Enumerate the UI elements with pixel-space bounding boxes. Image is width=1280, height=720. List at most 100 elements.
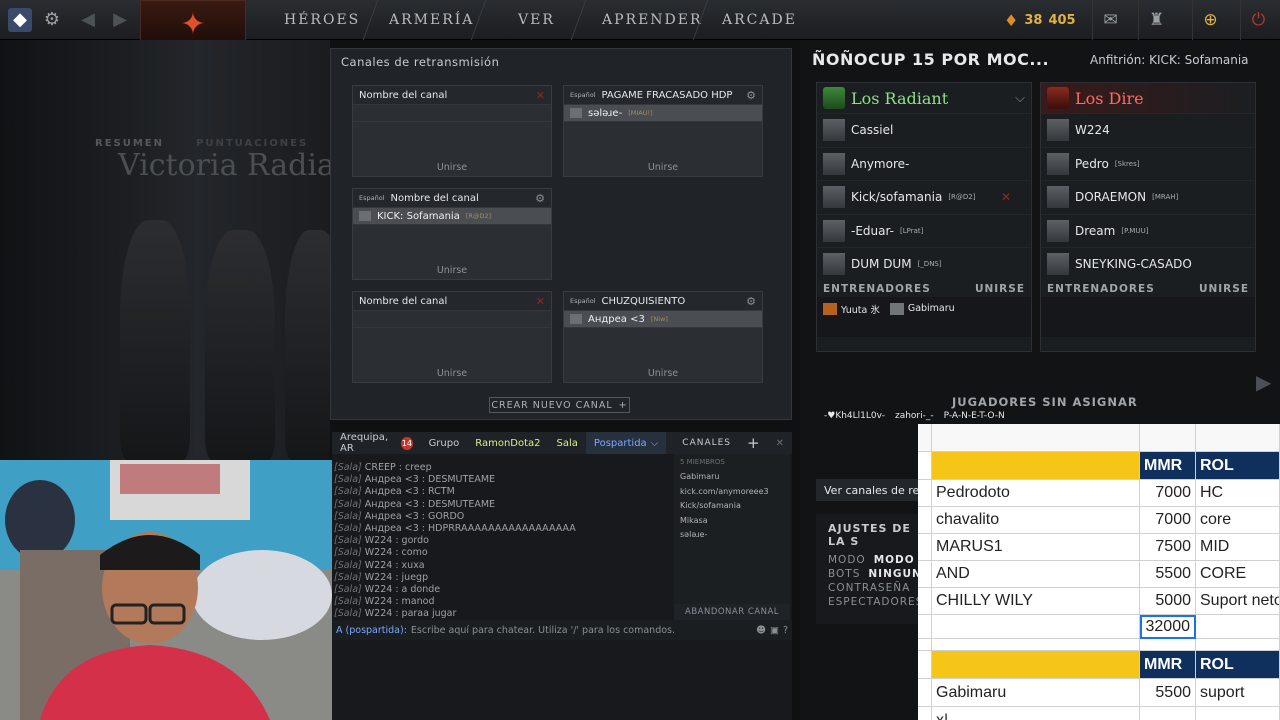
sheet-cell[interactable] [1196,707,1280,720]
nav-watch[interactable]: VER [518,12,555,28]
message-user[interactable]: Андреа <3 [365,474,419,485]
coach-slot[interactable]: Gabimaru [889,301,955,317]
member-item[interactable]: sәlәɹe- [674,528,790,543]
member-item[interactable]: Mikasa [674,514,790,529]
join-channel-button[interactable]: Unirse [564,368,762,379]
message-user[interactable]: W224 [365,547,393,558]
image-icon[interactable]: ▣ [770,625,779,636]
nav-heroes[interactable]: HÉROES [284,12,360,28]
gear-icon[interactable]: ⚙ [40,8,64,32]
next-arrow-icon[interactable]: ▶ [1256,370,1271,394]
sheet-cell[interactable]: 7000 [1140,480,1196,507]
close-icon[interactable]: ✕ [536,89,545,102]
member-item[interactable]: Gabimaru [674,470,790,485]
message-user[interactable]: W224 [365,608,393,619]
sheet-cell[interactable]: MARUS1 [932,534,1140,561]
message-user[interactable]: W224 [365,572,393,583]
kick-icon[interactable]: ✕ [1001,190,1011,204]
sheet-cell[interactable]: x| [932,707,1140,720]
join-coach-button[interactable]: UNIRSE [975,283,1025,295]
sheet-cell[interactable] [1196,639,1280,651]
sheet-cell[interactable]: CORE [1196,561,1280,588]
join-channel-button[interactable]: Unirse [353,162,551,173]
member-item[interactable]: kick.com/anymoreee3 [674,485,790,500]
unassigned-player[interactable]: P-A-N-E-T-O-N [944,411,1005,421]
message-user[interactable]: Андреа <3 [365,523,419,534]
chat-input[interactable]: A (pospartida): Escribe aquí para chatea… [332,620,792,640]
tab-group[interactable]: Grupo [421,432,468,454]
sheet-cell[interactable]: 5500 [1140,679,1196,707]
player-slot[interactable]: -Eduar- [LPrat] [817,213,1031,248]
sheet-cell[interactable]: MMR [1140,452,1196,480]
power-icon[interactable]: ⏻ [1240,0,1276,40]
armory-icon[interactable]: ♜ [1138,0,1174,40]
sheet-cell[interactable]: AND [932,561,1140,588]
chevron-down-icon[interactable]: ⌵ [1015,91,1025,106]
tab-postgame[interactable]: Pospartida ⌵ [585,432,667,454]
player-slot[interactable]: Dream [P.MUU] [1041,213,1255,248]
sheet-cell[interactable] [932,452,1140,480]
radiant-team-header[interactable]: Los Radiant ⌵ [817,83,1031,113]
sheet-cell[interactable]: MID [1196,534,1280,561]
back-arrow-icon[interactable]: ◀ [76,8,100,32]
tab-arequipa[interactable]: Arequipa, AR 14 [332,432,421,454]
player-slot[interactable]: Pedro [Skres] [1041,146,1255,181]
join-channel-button[interactable]: Unirse [564,162,762,173]
gear-icon[interactable]: ⚙ [746,89,756,102]
message-user[interactable]: W224 [365,560,393,571]
sheet-cell[interactable] [932,639,1140,651]
player-slot[interactable]: SNEYKING-CASADO [1041,247,1255,281]
sheet-cell[interactable]: 5500 [1140,561,1196,588]
create-channel-button[interactable]: CREAR NUEVO CANAL + [489,397,630,413]
sheet-cell[interactable] [932,651,1140,679]
tab-ramondota2[interactable]: RamonDota2 [467,432,548,454]
sheet-cell[interactable]: Suport neto [1196,588,1280,615]
sheet-cell[interactable]: core [1196,507,1280,534]
leave-channel-button[interactable]: ABANDONAR CANAL [674,604,790,620]
player-slot[interactable]: Anymore- [817,146,1031,181]
message-user[interactable]: W224 [365,596,393,607]
sheet-cell[interactable]: HC [1196,480,1280,507]
join-channel-button[interactable]: Unirse [353,265,551,276]
join-coach-button[interactable]: UNIRSE [1199,283,1249,295]
sheet-cell[interactable]: 7000 [1140,507,1196,534]
sheet-cell[interactable]: CHILLY WILY [932,588,1140,615]
sheet-cell[interactable]: suport [1196,679,1280,707]
player-slot[interactable]: W224 [1041,113,1255,147]
message-user[interactable]: W224 [365,535,393,546]
player-slot[interactable]: Kick/sofamania [R@D2] ✕ [817,180,1031,214]
message-user[interactable]: W224 [365,584,393,595]
sheet-cell[interactable]: MMR [1140,651,1196,679]
message-user[interactable]: Андреа <3 [365,511,419,522]
sheet-cell[interactable]: ROL [1196,651,1280,679]
help-icon[interactable]: ? [783,625,788,636]
sheet-cell[interactable]: Pedrodoto [932,480,1140,507]
nav-armory[interactable]: ARMERÍA [389,12,474,28]
sheet-cell[interactable]: 5000 [1140,588,1196,615]
player-slot[interactable]: Cassiel [817,113,1031,147]
sheet-cell[interactable] [1140,707,1196,720]
unassigned-player[interactable]: -♥Kh4Ll1L0v- [824,411,885,421]
dire-team-header[interactable]: Los Dire [1041,83,1255,113]
tab-lobby[interactable]: Sala [549,432,586,454]
mail-icon[interactable]: ✉ [1092,0,1128,40]
close-icon[interactable]: ✕ [768,432,792,454]
sheet-cell[interactable]: Gabimaru [932,679,1140,707]
member-item[interactable]: Kick/sofamania [674,499,790,514]
nav-arcade[interactable]: ARCADE [722,12,797,28]
sheet-cell[interactable]: ROL [1196,452,1280,480]
sheet-cell[interactable]: 7500 [1140,534,1196,561]
view-broadcast-channels-button[interactable]: Ver canales de re [816,479,926,501]
plus-icon[interactable]: ⊕ [1192,0,1228,40]
unassigned-player[interactable]: zahori-_- [895,411,934,421]
emoji-icon[interactable]: ☻ [756,625,766,636]
dota-menu-icon[interactable]: ◆ [8,8,32,32]
add-channel-icon[interactable]: + [739,432,768,454]
join-channel-button[interactable]: Unirse [353,368,551,379]
gear-icon[interactable]: ⚙ [746,295,756,308]
close-icon[interactable]: ✕ [536,295,545,308]
forward-arrow-icon[interactable]: ▶ [108,8,132,32]
coach-slot[interactable]: Yuuta 氷 [823,301,880,317]
message-user[interactable]: CREEP [365,462,396,473]
player-slot[interactable]: DUM DUM [_DNS] [817,247,1031,281]
